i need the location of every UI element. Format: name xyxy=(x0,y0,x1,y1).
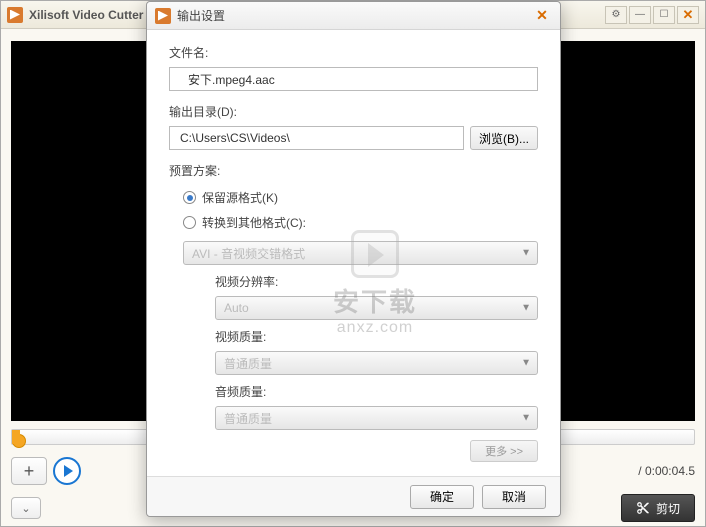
cut-button[interactable]: 剪切 xyxy=(621,494,695,522)
audio-quality-label: 音频质量: xyxy=(215,383,538,400)
maximize-button[interactable]: ☐ xyxy=(653,6,675,24)
radio-keep-source[interactable]: 保留源格式(K) xyxy=(183,185,538,210)
dialog-footer: 确定 取消 xyxy=(147,476,560,516)
dialog-close-button[interactable]: ✕ xyxy=(532,7,552,25)
radio-convert[interactable]: 转换到其他格式(C): xyxy=(183,210,538,235)
settings-icon[interactable]: ⚙ xyxy=(605,6,627,24)
preset-label: 预置方案: xyxy=(169,162,538,179)
radio-convert-label: 转换到其他格式(C): xyxy=(202,214,306,231)
more-button[interactable]: 更多 >> xyxy=(470,440,538,462)
dialog-logo-icon xyxy=(155,8,171,24)
chevron-down-icon: ▼ xyxy=(521,248,531,259)
scissors-icon xyxy=(636,501,650,515)
dialog-title: 输出设置 xyxy=(177,7,532,24)
close-button[interactable]: ✕ xyxy=(677,6,699,24)
outdir-label: 输出目录(D): xyxy=(169,103,538,120)
add-segment-button[interactable]: + xyxy=(11,457,47,485)
outdir-input[interactable] xyxy=(169,126,464,150)
expand-button[interactable]: ⌄ xyxy=(11,497,41,519)
video-quality-label: 视频质量: xyxy=(215,328,538,345)
audio-quality-combo[interactable]: 普通质量 ▼ xyxy=(215,406,538,430)
dialog-body: 文件名: 输出目录(D): 浏览(B)... 预置方案: 保留源格式(K) 转换… xyxy=(147,30,560,476)
time-display: / 0:00:04.5 xyxy=(638,464,695,478)
filename-label: 文件名: xyxy=(169,44,538,61)
chevron-down-icon: ▼ xyxy=(521,303,531,314)
cancel-button[interactable]: 取消 xyxy=(482,485,546,509)
video-res-combo[interactable]: Auto ▼ xyxy=(215,296,538,320)
cut-button-label: 剪切 xyxy=(656,500,680,517)
app-logo-icon xyxy=(7,7,23,23)
filename-input[interactable] xyxy=(169,67,538,91)
minimize-button[interactable]: — xyxy=(629,6,651,24)
video-res-value: Auto xyxy=(224,301,249,315)
radio-keep-label: 保留源格式(K) xyxy=(202,189,278,206)
chevron-down-icon: ▼ xyxy=(521,413,531,424)
chevron-down-icon: ▼ xyxy=(521,358,531,369)
format-combo[interactable]: AVI - 音视频交错格式 ▼ xyxy=(183,241,538,265)
audio-quality-value: 普通质量 xyxy=(224,410,272,427)
output-settings-dialog: 输出设置 ✕ 文件名: 输出目录(D): 浏览(B)... 预置方案: 保留源格… xyxy=(146,1,561,517)
radio-icon xyxy=(183,191,196,204)
dialog-titlebar: 输出设置 ✕ xyxy=(147,2,560,30)
ok-button[interactable]: 确定 xyxy=(410,485,474,509)
play-button[interactable] xyxy=(53,457,81,485)
radio-icon xyxy=(183,216,196,229)
format-value: AVI - 音视频交错格式 xyxy=(192,245,305,262)
video-quality-combo[interactable]: 普通质量 ▼ xyxy=(215,351,538,375)
video-res-label: 视频分辨率: xyxy=(215,273,538,290)
video-quality-value: 普通质量 xyxy=(224,355,272,372)
browse-button[interactable]: 浏览(B)... xyxy=(470,126,538,150)
